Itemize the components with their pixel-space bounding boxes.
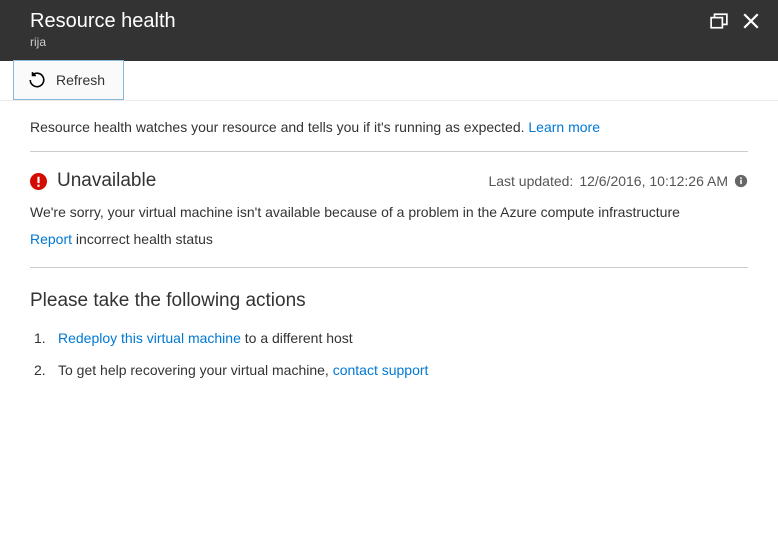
actions-heading: Please take the following actions xyxy=(30,290,748,312)
refresh-button[interactable]: Refresh xyxy=(13,60,124,100)
last-updated-value: 12/6/2016, 10:12:26 AM xyxy=(579,173,728,189)
resource-name: rija xyxy=(30,35,176,49)
blade-header: Resource health rija xyxy=(0,0,778,61)
status-left: Unavailable xyxy=(30,170,156,192)
list-item-text: To get help recovering your virtual mach… xyxy=(58,362,428,378)
list-number: 2. xyxy=(34,362,48,378)
last-updated-label: Last updated: xyxy=(488,173,573,189)
actions-section: Please take the following actions 1. Red… xyxy=(30,268,748,378)
refresh-label: Refresh xyxy=(56,72,105,88)
redeploy-link[interactable]: Redeploy this virtual machine xyxy=(58,330,241,346)
error-icon xyxy=(30,173,47,190)
list-number: 1. xyxy=(34,330,48,346)
list-item: 2. To get help recovering your virtual m… xyxy=(34,362,748,378)
content-area: Resource health watches your resource an… xyxy=(0,101,778,412)
contact-support-link[interactable]: contact support xyxy=(333,362,429,378)
list-item-text: Redeploy this virtual machine to a diffe… xyxy=(58,330,353,346)
info-icon[interactable] xyxy=(734,174,748,188)
report-suffix: incorrect health status xyxy=(72,231,213,247)
status-row: Unavailable Last updated: 12/6/2016, 10:… xyxy=(30,170,748,192)
page-title: Resource health xyxy=(30,10,176,33)
actions-list: 1. Redeploy this virtual machine to a di… xyxy=(30,330,748,378)
header-controls xyxy=(710,12,760,30)
report-line: Report incorrect health status xyxy=(30,231,748,247)
header-titles: Resource health rija xyxy=(30,10,176,49)
toolbar: Refresh xyxy=(0,61,778,101)
status-message: We're sorry, your virtual machine isn't … xyxy=(30,202,748,223)
list-item: 1. Redeploy this virtual machine to a di… xyxy=(34,330,748,346)
report-link[interactable]: Report xyxy=(30,231,72,247)
status-title: Unavailable xyxy=(57,170,156,192)
intro-description: Resource health watches your resource an… xyxy=(30,119,528,135)
last-updated: Last updated: 12/6/2016, 10:12:26 AM xyxy=(488,173,748,189)
close-icon[interactable] xyxy=(742,12,760,30)
action-suffix: to a different host xyxy=(241,330,353,346)
action-prefix: To get help recovering your virtual mach… xyxy=(58,362,333,378)
intro-text: Resource health watches your resource an… xyxy=(30,119,748,152)
learn-more-link[interactable]: Learn more xyxy=(528,119,600,135)
refresh-icon xyxy=(28,71,46,89)
status-section: Unavailable Last updated: 12/6/2016, 10:… xyxy=(30,152,748,268)
restore-icon[interactable] xyxy=(710,12,728,30)
